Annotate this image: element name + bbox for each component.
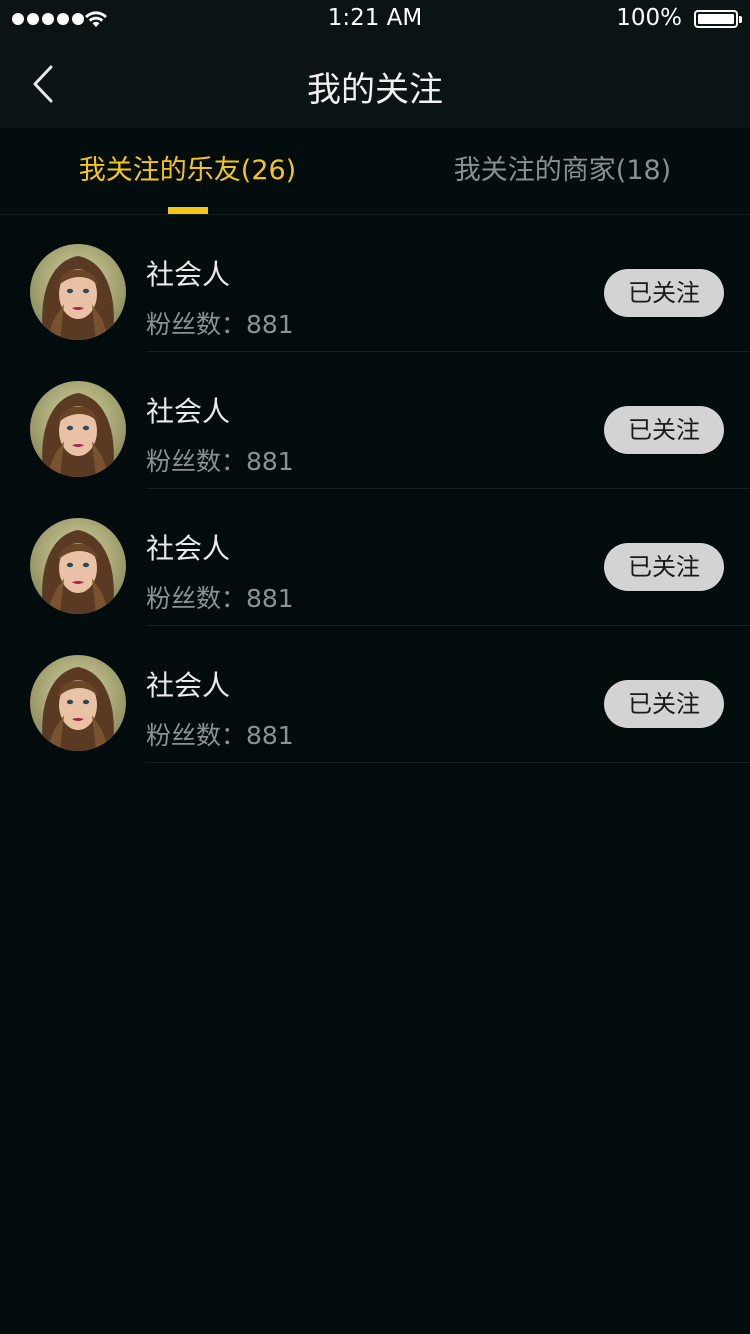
divider — [146, 762, 750, 763]
tab-bar: 我关注的乐友(26) 我关注的商家(18) — [0, 128, 750, 215]
avatar[interactable] — [30, 655, 126, 751]
tab-followed-merchants[interactable]: 我关注的商家(18) — [375, 128, 750, 214]
avatar[interactable] — [30, 244, 126, 340]
fans-count: 粉丝数：881 — [146, 447, 294, 476]
followed-list: 社会人 粉丝数：881 已关注 社会人 粉丝数：881 已关注 社会人 粉丝数：… — [0, 215, 750, 763]
fans-count: 粉丝数：881 — [146, 310, 294, 339]
app-screen: 1:21 AM 100% 我的关注 我关注的乐友(26) 我关注的商家(18) — [0, 0, 750, 1334]
list-item[interactable]: 社会人 粉丝数：881 已关注 — [0, 626, 750, 763]
list-item[interactable]: 社会人 粉丝数：881 已关注 — [0, 215, 750, 352]
list-item[interactable]: 社会人 粉丝数：881 已关注 — [0, 489, 750, 626]
followed-button[interactable]: 已关注 — [604, 269, 724, 317]
user-name: 社会人 — [146, 532, 231, 565]
followed-button[interactable]: 已关注 — [604, 543, 724, 591]
user-name: 社会人 — [146, 669, 231, 702]
list-item[interactable]: 社会人 粉丝数：881 已关注 — [0, 352, 750, 489]
tab-followed-friends[interactable]: 我关注的乐友(26) — [0, 128, 375, 214]
fans-count: 粉丝数：881 — [146, 584, 294, 613]
fans-count: 粉丝数：881 — [146, 721, 294, 750]
battery-icon — [694, 10, 742, 28]
page-title: 我的关注 — [307, 70, 443, 110]
avatar[interactable] — [30, 381, 126, 477]
user-name: 社会人 — [146, 395, 231, 428]
navigation-bar: 我的关注 — [0, 40, 750, 128]
status-bar: 1:21 AM 100% — [0, 0, 750, 40]
followed-button[interactable]: 已关注 — [604, 680, 724, 728]
user-name: 社会人 — [146, 258, 231, 291]
avatar[interactable] — [30, 518, 126, 614]
battery-percentage: 100% — [616, 5, 682, 31]
followed-button[interactable]: 已关注 — [604, 406, 724, 454]
active-tab-indicator — [168, 207, 208, 214]
